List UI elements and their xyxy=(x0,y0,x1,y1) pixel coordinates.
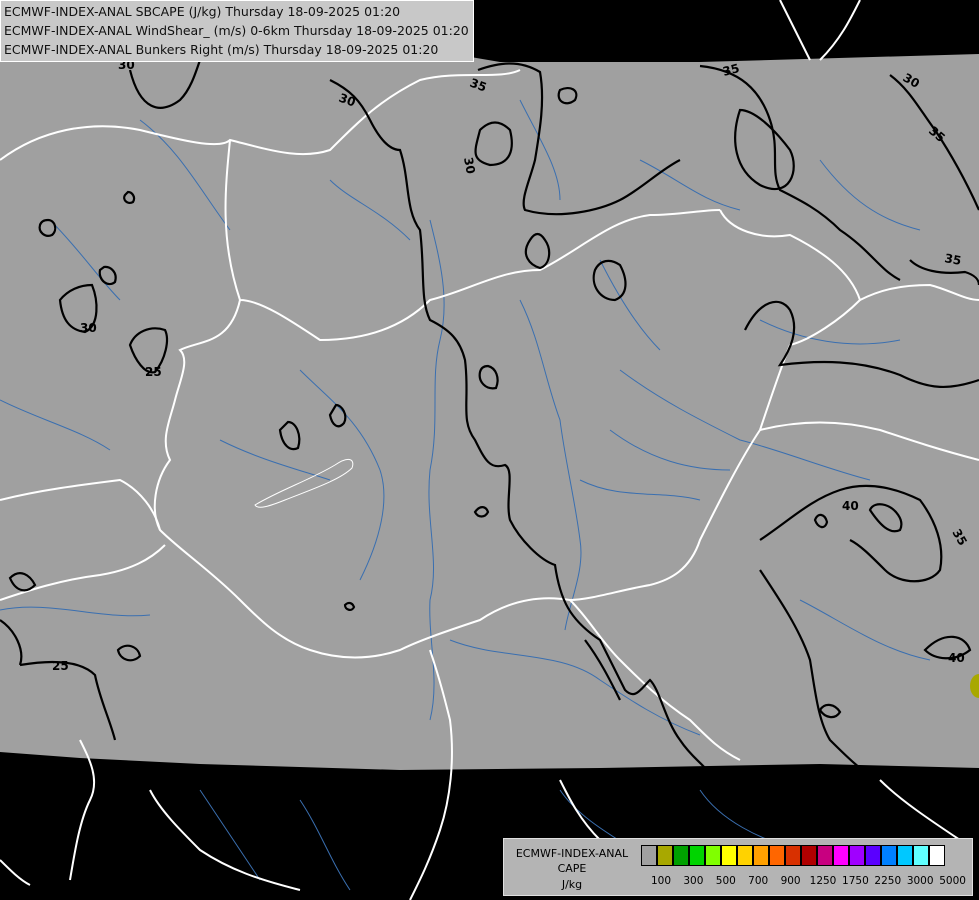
legend-ticks: 100 300 500 700 900 1250 1750 2250 3000 5000 xyxy=(641,875,971,889)
map-canvas: 30 35 30 35 30 35 30 30 25 35 40 35 40 2… xyxy=(0,0,979,900)
legend-tick-label: 900 xyxy=(780,875,801,887)
legend-swatches xyxy=(641,845,945,866)
legend-tick-label: 2250 xyxy=(874,875,902,887)
legend-swatch xyxy=(673,845,689,866)
legend-swatch xyxy=(705,845,721,866)
legend-tick-label: 3000 xyxy=(906,875,934,887)
legend-swatch xyxy=(689,845,705,866)
legend-tick-label: 100 xyxy=(650,875,672,887)
legend-tick-label: 1750 xyxy=(842,875,869,887)
legend-swatch xyxy=(737,845,753,866)
contour-label: 25 xyxy=(145,365,162,379)
map-header: ECMWF-INDEX-ANAL SBCAPE (J/kg) Thursday … xyxy=(0,0,474,62)
legend-swatch xyxy=(913,845,929,866)
legend-swatch xyxy=(769,845,785,866)
contour-label: 30 xyxy=(461,156,478,175)
legend-swatch xyxy=(865,845,881,866)
header-windshear: ECMWF-INDEX-ANAL WindShear_ (m/s) 0-6km … xyxy=(4,23,469,38)
legend-swatch xyxy=(721,845,737,866)
legend-swatch xyxy=(817,845,833,866)
legend-swatch xyxy=(929,845,945,866)
legend-tick-label: 500 xyxy=(715,875,736,887)
legend-title-line1: ECMWF-INDEX-ANAL xyxy=(515,847,629,860)
legend-tick-label: 1250 xyxy=(809,875,837,887)
legend-swatch xyxy=(785,845,801,866)
legend-swatch xyxy=(849,845,865,866)
legend-swatch xyxy=(753,845,769,866)
legend-tick-label: 700 xyxy=(748,875,769,887)
cape-legend: ECMWF-INDEX-ANAL CAPE J/kg 100 300 500 700 9… xyxy=(503,838,973,896)
contour-label: 40 xyxy=(842,499,859,513)
legend-unit: J/kg xyxy=(561,878,583,891)
legend-tick-label: 5000 xyxy=(939,875,966,887)
legend-title: ECMWF-INDEX-ANAL CAPE xyxy=(508,846,636,876)
contour-label: 35 xyxy=(943,251,962,268)
legend-swatch xyxy=(833,845,849,866)
legend-swatch xyxy=(801,845,817,866)
header-bunkers: ECMWF-INDEX-ANAL Bunkers Right (m/s) Thu… xyxy=(4,42,439,57)
header-sbcape: ECMWF-INDEX-ANAL SBCAPE (J/kg) Thursday … xyxy=(4,4,401,19)
legend-swatch xyxy=(657,845,673,866)
legend-tick-label: 300 xyxy=(683,875,704,887)
legend-swatch xyxy=(641,845,657,866)
legend-swatch xyxy=(897,845,913,866)
legend-swatch xyxy=(881,845,897,866)
contour-label: 30 xyxy=(80,321,97,335)
legend-title-line2: CAPE xyxy=(557,862,587,875)
contour-label: 40 xyxy=(948,651,965,665)
contour-label: 25 xyxy=(52,659,69,673)
